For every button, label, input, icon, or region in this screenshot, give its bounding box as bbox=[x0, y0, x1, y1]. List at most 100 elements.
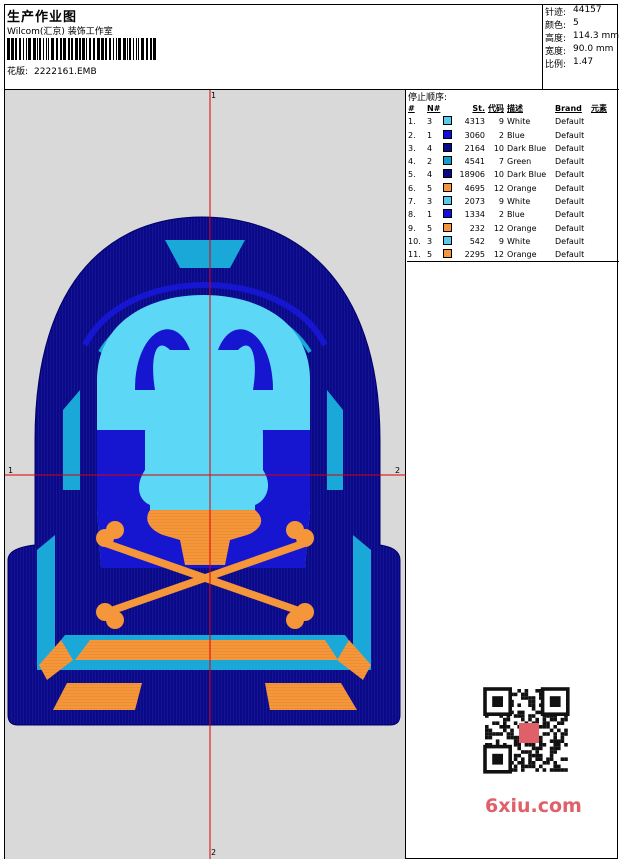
row-needle: 1 bbox=[427, 130, 433, 140]
table-body: 1. 3 4313 9 White Default 2. 1 3060 2 Blue Default 3… bbox=[407, 115, 619, 261]
row-brand: Default bbox=[555, 157, 585, 167]
color-swatch bbox=[443, 196, 452, 206]
row-code: 2 bbox=[498, 130, 504, 140]
row-stitches: 18906 bbox=[459, 170, 485, 180]
table-row: 6. 5 4695 12 Orange Default bbox=[407, 182, 619, 195]
row-needle: 5 bbox=[427, 183, 433, 193]
row-index: 4. bbox=[408, 157, 416, 167]
table-title: 停止顺序: bbox=[408, 93, 448, 103]
row-needle: 5 bbox=[427, 250, 433, 260]
design-file-label: 花版: bbox=[7, 67, 29, 77]
row-description: Dark Blue bbox=[507, 143, 547, 153]
header-index: # bbox=[408, 104, 415, 113]
header-description: 描述 bbox=[507, 104, 523, 113]
row-needle: 4 bbox=[427, 170, 433, 180]
row-stitches: 4541 bbox=[464, 157, 485, 167]
row-code: 12 bbox=[493, 250, 504, 260]
row-index: 7. bbox=[408, 197, 416, 207]
row-brand: Default bbox=[555, 130, 585, 140]
row-stitches: 4695 bbox=[464, 183, 485, 193]
row-description: White bbox=[507, 197, 531, 207]
table-row: 4. 2 4541 7 Green Default bbox=[407, 155, 619, 168]
row-description: Orange bbox=[507, 183, 537, 193]
color-swatch bbox=[443, 156, 452, 166]
row-code: 9 bbox=[498, 236, 504, 246]
axis-bottom-label: 2 bbox=[211, 848, 217, 857]
header-element: 元素 bbox=[591, 104, 607, 113]
row-needle: 2 bbox=[427, 157, 433, 167]
row-description: Dark Blue bbox=[507, 170, 547, 180]
row-index: 2. bbox=[408, 130, 416, 140]
row-brand: Default bbox=[555, 117, 585, 127]
row-description: Orange bbox=[507, 250, 537, 260]
stat-scale: 比例: 1.47 bbox=[545, 57, 594, 70]
row-index: 3. bbox=[408, 143, 416, 153]
header-stitches: St. bbox=[472, 104, 485, 113]
table-row: 1. 3 4313 9 White Default bbox=[407, 115, 619, 128]
skull-body bbox=[138, 375, 269, 510]
row-code: 10 bbox=[493, 143, 504, 153]
row-description: White bbox=[507, 117, 531, 127]
row-index: 5. bbox=[408, 170, 416, 180]
qr-code bbox=[473, 685, 583, 785]
row-index: 10. bbox=[408, 236, 421, 246]
design-preview: 1 1 2 2 bbox=[5, 90, 406, 859]
page-title: 生产作业图 bbox=[7, 10, 78, 25]
design-file-name: 2222161.EMB bbox=[34, 67, 97, 77]
table-row: 2. 1 3060 2 Blue Default bbox=[407, 129, 619, 142]
row-stitches: 2295 bbox=[464, 250, 485, 260]
embroidery-design bbox=[5, 90, 406, 859]
row-brand: Default bbox=[555, 223, 585, 233]
row-stitches: 3060 bbox=[464, 130, 485, 140]
table-row: 8. 1 1334 2 Blue Default bbox=[407, 208, 619, 221]
row-index: 6. bbox=[408, 183, 416, 193]
row-stitches: 232 bbox=[469, 223, 485, 233]
stat-colors: 颜色: 5 bbox=[545, 18, 579, 31]
row-needle: 4 bbox=[427, 143, 433, 153]
color-swatch bbox=[443, 116, 452, 126]
table-row: 3. 4 2164 10 Dark Blue Default bbox=[407, 142, 619, 155]
stop-sequence-table: 停止顺序: # N# St. 代码 描述 Brand 元素 1. 3 4313 9 Wh… bbox=[407, 90, 619, 262]
left-lower-pillar bbox=[37, 535, 55, 670]
barcode bbox=[7, 38, 156, 60]
row-description: White bbox=[507, 236, 531, 246]
row-needle: 5 bbox=[427, 223, 433, 233]
row-index: 8. bbox=[408, 210, 416, 220]
row-index: 9. bbox=[408, 223, 416, 233]
production-worksheet: 生产作业图 Wilcom(汇京) 装饰工作室 花版: 2222161.EMB 针迹… bbox=[4, 4, 619, 859]
floor-right-tile bbox=[265, 683, 357, 710]
row-needle: 3 bbox=[427, 117, 433, 127]
row-needle: 3 bbox=[427, 236, 433, 246]
stat-width: 宽度: 90.0 mm bbox=[545, 44, 614, 57]
row-needle: 3 bbox=[427, 197, 433, 207]
color-swatch bbox=[443, 235, 452, 245]
row-brand: Default bbox=[555, 197, 585, 207]
row-code: 12 bbox=[493, 223, 504, 233]
color-swatch bbox=[443, 169, 452, 179]
design-file-info: 花版: 2222161.EMB bbox=[7, 64, 97, 77]
row-stitches: 2073 bbox=[464, 197, 485, 207]
row-description: Blue bbox=[507, 210, 525, 220]
axis-right-label: 2 bbox=[395, 466, 401, 475]
watermark-logo: 6xiu.com bbox=[485, 795, 582, 817]
company-name: Wilcom(汇京) 装饰工作室 bbox=[7, 27, 113, 37]
row-code: 10 bbox=[493, 170, 504, 180]
row-stitches: 1334 bbox=[464, 210, 485, 220]
row-index: 1. bbox=[408, 117, 416, 127]
row-brand: Default bbox=[555, 210, 585, 220]
table-row: 5. 4 18906 10 Dark Blue Default bbox=[407, 168, 619, 181]
axis-top-label: 1 bbox=[211, 91, 217, 100]
row-description: Orange bbox=[507, 223, 537, 233]
color-swatch bbox=[443, 129, 452, 139]
table-row: 11. 5 2295 12 Orange Default bbox=[407, 248, 619, 261]
row-brand: Default bbox=[555, 170, 585, 180]
row-brand: Default bbox=[555, 183, 585, 193]
color-swatch bbox=[443, 249, 452, 259]
stat-height: 高度: 114.3 mm bbox=[545, 31, 619, 44]
table-row: 10. 3 542 9 White Default bbox=[407, 235, 619, 248]
header-code: 代码 bbox=[488, 104, 504, 113]
header-needle: N# bbox=[427, 104, 441, 113]
row-brand: Default bbox=[555, 143, 585, 153]
row-code: 7 bbox=[498, 157, 504, 167]
axis-left-label: 1 bbox=[8, 466, 14, 475]
